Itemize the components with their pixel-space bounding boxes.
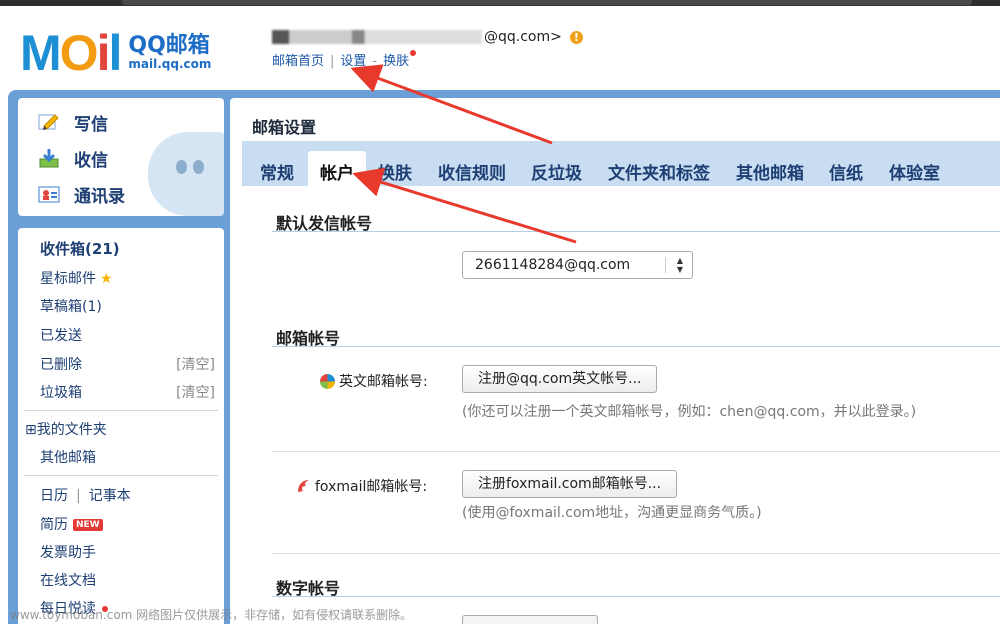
tab-receive-rules[interactable]: 收信规则 <box>438 159 506 184</box>
foxmail-logo-icon <box>295 478 311 494</box>
email-suffix: @qq.com> <box>484 29 562 45</box>
folder-deleted[interactable]: 已删除 <box>40 354 82 374</box>
folder-inbox[interactable]: 收件箱(21) <box>40 238 120 259</box>
redacted-username <box>272 30 482 44</box>
tab-folders-labels[interactable]: 文件夹和标签 <box>608 159 710 184</box>
tab-lab[interactable]: 体验室 <box>889 159 940 184</box>
my-folders[interactable]: ⊞我的文件夹 <box>25 419 107 439</box>
divider <box>272 553 1000 554</box>
english-label-text: 英文邮箱帐号: <box>339 374 428 390</box>
english-account-label: 英文邮箱帐号: <box>320 371 428 391</box>
browser-tab <box>122 0 972 5</box>
watermark: www.toymoban.com 网络图片仅供展示，非存储，如有侵权请联系删除。 <box>10 608 413 622</box>
logo-cn: QQ邮箱 <box>128 33 210 59</box>
notes-link[interactable]: 记事本 <box>89 488 131 504</box>
foxmail-hint: (使用@foxmail.com地址，沟通更显商务气质。) <box>462 505 762 521</box>
star-icon: ★ <box>100 271 113 287</box>
folder-spam[interactable]: 垃圾箱 <box>40 382 82 402</box>
tab-antispam[interactable]: 反垃圾 <box>531 159 582 184</box>
invoice-link[interactable]: 发票助手 <box>40 542 96 562</box>
pencil-icon <box>38 112 60 132</box>
warning-icon[interactable]: ! <box>569 30 583 44</box>
foxmail-label-text: foxmail邮箱帐号: <box>315 479 428 495</box>
digital-account-button[interactable] <box>462 615 598 624</box>
sidebar-actions: 写信 收信 通讯录 <box>18 98 224 216</box>
penguin-decoration-icon <box>148 132 224 216</box>
qq-logo-icon <box>320 373 335 389</box>
header-links: 邮箱首页 | 设置 - 换肤 <box>272 50 417 69</box>
notification-dot-icon <box>410 50 417 56</box>
register-foxmail-button[interactable]: 注册foxmail.com邮箱帐号... <box>462 470 678 498</box>
tab-general[interactable]: 常规 <box>260 159 294 184</box>
register-english-button[interactable]: 注册@qq.com英文帐号... <box>462 365 658 393</box>
link-separator: | <box>76 488 81 504</box>
resume-link[interactable]: 简历 NEW <box>40 514 103 534</box>
tab-other-mailboxes[interactable]: 其他邮箱 <box>736 159 804 184</box>
link-separator: | <box>330 54 335 69</box>
english-hint: (你还可以注册一个英文邮箱帐号，例如：chen@qq.com，并以此登录。) <box>462 404 917 420</box>
folder-starred-label: 星标邮件 <box>40 271 96 287</box>
logo-en: mail.qq.com <box>128 57 212 72</box>
receive-label: 收信 <box>74 150 108 171</box>
section-divider <box>272 346 1000 347</box>
divider <box>272 451 1000 452</box>
default-sender-select[interactable]: 2661148284@qq.com ▲ ▼ <box>462 251 693 279</box>
calendar-link[interactable]: 日历 <box>40 488 68 504</box>
tab-account[interactable]: 帐户 <box>308 151 366 186</box>
header: MOil QQ邮箱 mail.qq.com <box>0 6 1000 90</box>
logo-wordmark: MOil <box>20 25 122 81</box>
divider <box>24 410 218 411</box>
foxmail-account-label: foxmail邮箱帐号: <box>295 476 427 496</box>
tab-stationery[interactable]: 信纸 <box>829 159 863 184</box>
section-divider <box>272 596 1000 597</box>
link-separator: - <box>372 54 378 69</box>
clear-deleted-link[interactable]: [清空] <box>176 354 215 374</box>
divider <box>24 475 218 476</box>
compose-label: 写信 <box>74 114 108 135</box>
select-arrows-icon: ▲ ▼ <box>676 256 683 274</box>
settings-panel: 邮箱设置 常规 帐户 换肤 收信规则 反垃圾 文件夹和标签 其他邮箱 信纸 体验… <box>230 98 1000 624</box>
resume-label: 简历 <box>40 517 68 533</box>
settings-tabs: 常规 帐户 换肤 收信规则 反垃圾 文件夹和标签 其他邮箱 信纸 体验室 <box>242 141 1000 186</box>
calendar-notes-row: 日历 | 记事本 <box>40 485 131 505</box>
link-home[interactable]: 邮箱首页 <box>272 54 324 69</box>
sidebar-folders: 收件箱(21) 星标邮件 ★ 草稿箱(1) 已发送 已删除 [清空] 垃圾箱 [清… <box>18 228 224 624</box>
clear-spam-link[interactable]: [清空] <box>176 382 215 402</box>
folder-sent[interactable]: 已发送 <box>40 325 82 345</box>
folder-drafts[interactable]: 草稿箱(1) <box>40 296 102 316</box>
select-divider <box>665 257 666 273</box>
default-sender-value: 2661148284@qq.com <box>475 257 631 273</box>
link-skin[interactable]: 换肤 <box>383 54 409 69</box>
logo-text: QQ邮箱 mail.qq.com <box>128 34 211 71</box>
contacts-icon <box>38 184 60 204</box>
section-divider <box>272 231 1000 232</box>
docs-link[interactable]: 在线文档 <box>40 570 96 590</box>
download-icon <box>38 148 60 168</box>
folder-starred[interactable]: 星标邮件 ★ <box>40 268 113 288</box>
tab-skin[interactable]: 换肤 <box>378 159 412 184</box>
new-badge: NEW <box>73 519 103 531</box>
qq-mail-logo[interactable]: MOil QQ邮箱 mail.qq.com <box>20 28 211 78</box>
folder-other-mail[interactable]: 其他邮箱 <box>40 447 96 467</box>
user-account: @qq.com> ! <box>272 29 583 45</box>
contacts-label: 通讯录 <box>74 186 125 207</box>
link-settings[interactable]: 设置 <box>340 54 366 69</box>
page-title: 邮箱设置 <box>252 118 317 137</box>
